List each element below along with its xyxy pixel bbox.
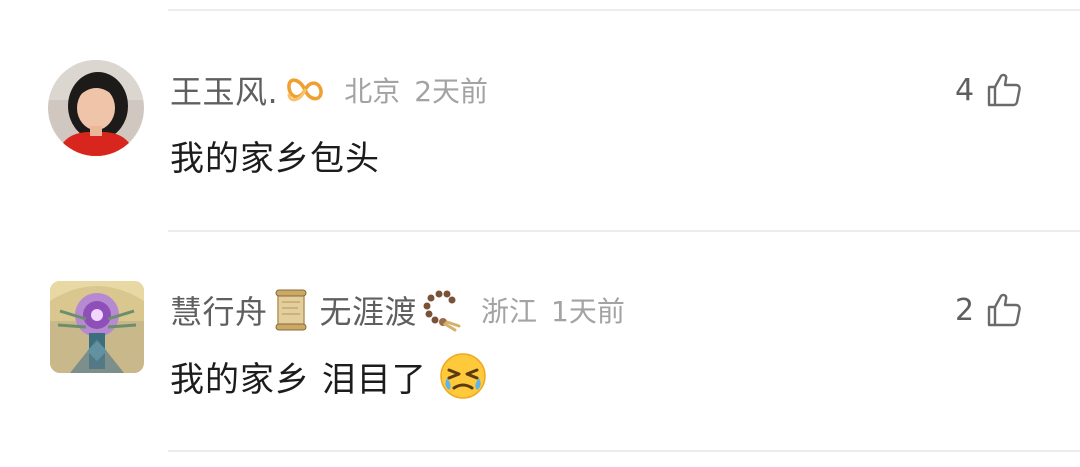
comment-text[interactable]: 我的家乡包头 <box>170 130 380 180</box>
username-suffix: 无涯渡 <box>319 293 418 331</box>
timestamp: 2天前 <box>414 75 489 108</box>
like-button[interactable]: 4 <box>955 68 1022 112</box>
avatar[interactable] <box>48 60 144 156</box>
thumbs-up-icon <box>986 72 1022 108</box>
scroll-icon <box>272 288 312 332</box>
comment-divider <box>168 230 1080 232</box>
like-count: 2 <box>955 292 975 328</box>
like-count: 4 <box>955 72 975 108</box>
username[interactable]: 王玉风. <box>170 67 278 113</box>
avatar-artwork <box>50 281 144 373</box>
avatar-photo <box>48 60 144 156</box>
comment-meta: 王玉风. 北京 2天前 <box>170 68 488 112</box>
username[interactable]: 慧行舟 <box>170 287 268 333</box>
crying-face-emoji-icon <box>439 352 487 400</box>
prayer-beads-icon <box>421 288 463 332</box>
thumbs-up-icon <box>986 292 1022 328</box>
top-divider <box>168 9 1080 11</box>
comment-text-content: 我的家乡包头 <box>170 138 380 179</box>
avatar[interactable] <box>50 281 144 373</box>
location: 北京 <box>344 75 401 108</box>
like-button[interactable]: 2 <box>955 288 1022 332</box>
orange-infinity-badge-icon <box>284 73 326 107</box>
location: 浙江 <box>481 295 538 328</box>
bottom-divider <box>168 450 1080 452</box>
comment-text[interactable]: 我的家乡 泪目了 <box>170 350 487 402</box>
comment-text-content: 我的家乡 泪目了 <box>170 359 427 400</box>
comment-meta: 慧行舟 无涯渡 浙江 1天前 <box>170 288 625 332</box>
timestamp: 1天前 <box>551 295 625 328</box>
